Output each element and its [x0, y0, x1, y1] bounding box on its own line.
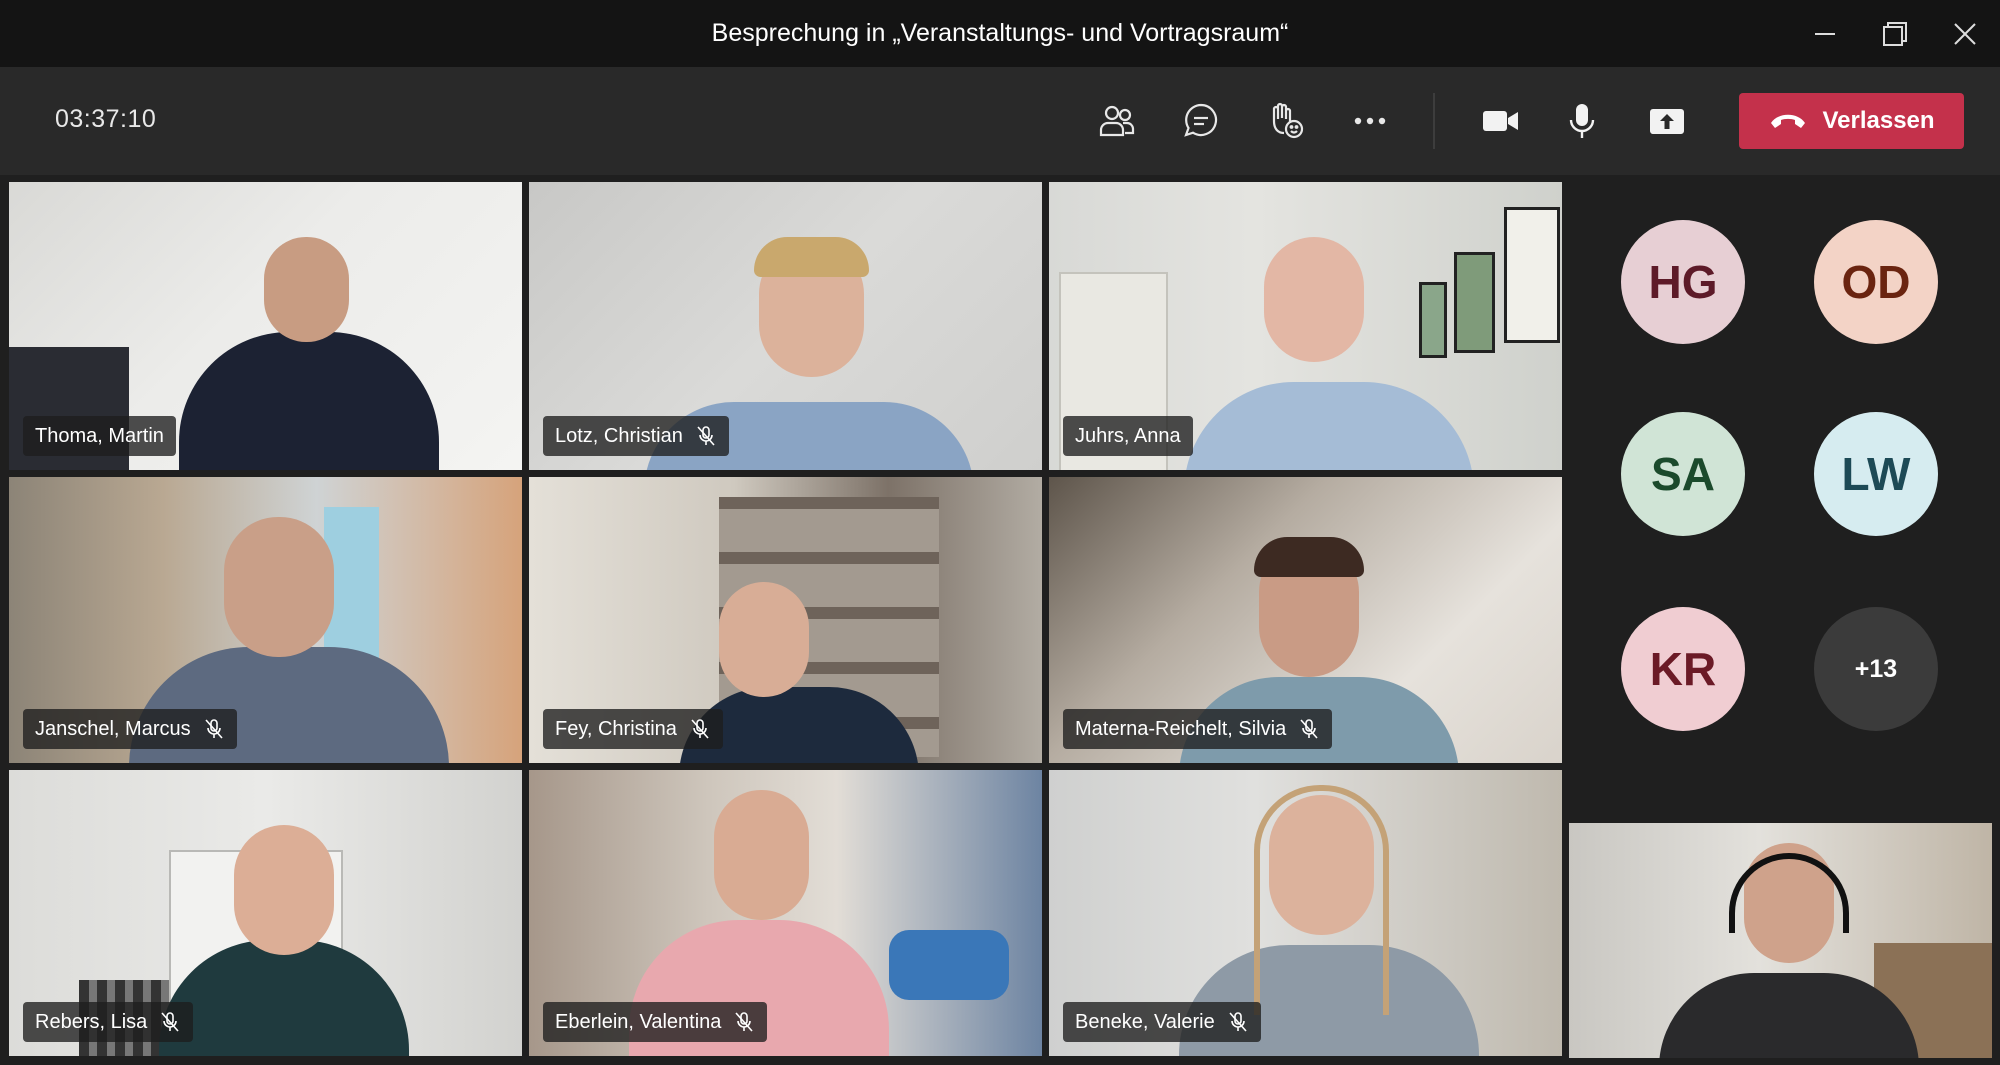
- video-tile[interactable]: Juhrs, Anna: [1049, 182, 1562, 470]
- participant-name: Janschel, Marcus: [35, 717, 191, 740]
- participant-head: [714, 790, 809, 920]
- name-tag: Fey, Christina: [543, 709, 723, 749]
- share-screen-icon: [1650, 109, 1684, 134]
- avatar-initials: KR: [1649, 643, 1717, 695]
- name-tag: Lotz, Christian: [543, 416, 729, 456]
- participant-name: Thoma, Martin: [35, 424, 164, 447]
- participant-hair: [1254, 537, 1364, 577]
- name-tag: Thoma, Martin: [23, 416, 176, 456]
- participant-avatar[interactable]: LW: [1814, 412, 1938, 536]
- share-screen-button[interactable]: [1639, 93, 1695, 149]
- avatar-initials: OD: [1841, 256, 1911, 308]
- video-tile[interactable]: Beneke, Valerie: [1049, 770, 1562, 1056]
- more-participants-count: +13: [1854, 654, 1898, 683]
- chat-button[interactable]: [1173, 93, 1229, 149]
- video-tile[interactable]: Materna-Reichelt, Silvia: [1049, 477, 1562, 763]
- mic-muted-icon: [205, 719, 223, 739]
- participant-name: Lotz, Christian: [555, 424, 683, 447]
- camera-button[interactable]: [1472, 93, 1528, 149]
- mic-muted-icon: [1229, 1012, 1247, 1032]
- video-tile[interactable]: Fey, Christina: [529, 477, 1042, 763]
- mic-muted-icon: [697, 426, 715, 446]
- participant-name: Fey, Christina: [555, 717, 677, 740]
- participant-hair: [1254, 785, 1389, 1015]
- participant-head: [234, 825, 334, 955]
- title-bar: Besprechung in „Veranstaltungs- und Vort…: [0, 0, 2000, 67]
- restore-icon: [1883, 21, 1907, 46]
- participant-name: Materna-Reichelt, Silvia: [1075, 717, 1287, 740]
- participant-head: [719, 582, 809, 697]
- mic-muted-icon: [691, 719, 709, 739]
- leave-button[interactable]: Verlassen: [1739, 93, 1964, 149]
- microphone-button[interactable]: [1554, 93, 1610, 149]
- minimize-icon: [1815, 32, 1835, 35]
- video-stage: Thoma, Martin Lotz, Christian Juhrs, Ann…: [0, 175, 2000, 1065]
- video-tile[interactable]: Eberlein, Valentina: [529, 770, 1042, 1056]
- participant-avatar[interactable]: SA: [1621, 412, 1745, 536]
- participant-avatar[interactable]: OD: [1814, 220, 1938, 344]
- raise-hand-icon: [1272, 102, 1304, 139]
- name-tag: Eberlein, Valentina: [543, 1002, 768, 1042]
- close-button[interactable]: [1930, 0, 2000, 67]
- mic-muted-icon: [735, 1012, 754, 1032]
- camera-icon: [1483, 111, 1518, 131]
- raise-hand-button[interactable]: [1258, 93, 1314, 149]
- hang-up-icon: [1771, 114, 1806, 128]
- participant-head: [264, 237, 349, 342]
- more-options-icon: [1354, 117, 1386, 125]
- background-object: [889, 930, 1009, 1000]
- participant-avatar[interactable]: HG: [1621, 220, 1745, 344]
- more-options-button[interactable]: [1342, 93, 1398, 149]
- participant-name: Eberlein, Valentina: [555, 1010, 722, 1033]
- mic-muted-icon: [1300, 719, 1318, 739]
- name-tag: Rebers, Lisa: [23, 1002, 194, 1042]
- participant-name: Beneke, Valerie: [1075, 1010, 1215, 1033]
- video-tile[interactable]: Rebers, Lisa: [9, 770, 522, 1056]
- picture-frame: [1454, 252, 1495, 353]
- more-participants-button[interactable]: +13: [1814, 607, 1938, 731]
- participants-button[interactable]: [1089, 93, 1145, 149]
- meeting-toolbar: 03:37:10 Verlassen: [0, 67, 2000, 175]
- avatar-initials: SA: [1651, 448, 1715, 500]
- name-tag: Janschel, Marcus: [23, 709, 237, 749]
- picture-frame: [1419, 282, 1447, 358]
- leave-label: Verlassen: [1822, 107, 1935, 134]
- participant-hair: [754, 237, 869, 277]
- participant-name: Rebers, Lisa: [35, 1010, 148, 1033]
- microphone-icon: [1569, 104, 1595, 138]
- participants-icon: [1099, 105, 1135, 137]
- name-tag: Materna-Reichelt, Silvia: [1063, 709, 1333, 749]
- video-tile[interactable]: Lotz, Christian: [529, 182, 1042, 470]
- name-tag: Beneke, Valerie: [1063, 1002, 1261, 1042]
- avatar-initials: LW: [1841, 448, 1911, 500]
- mic-muted-icon: [161, 1012, 179, 1032]
- avatar-initials: HG: [1648, 256, 1718, 308]
- chat-icon: [1184, 103, 1218, 137]
- name-tag: Juhrs, Anna: [1063, 416, 1193, 456]
- participant-avatar[interactable]: KR: [1621, 607, 1745, 731]
- maximize-button[interactable]: [1860, 0, 1930, 67]
- picture-frame: [1504, 207, 1560, 343]
- window-title: Besprechung in „Veranstaltungs- und Vort…: [711, 19, 1289, 47]
- participant-name: Juhrs, Anna: [1075, 424, 1181, 447]
- video-tile[interactable]: Thoma, Martin: [9, 182, 522, 470]
- toolbar-divider: [1433, 93, 1435, 149]
- participant-head: [1264, 237, 1364, 362]
- close-icon: [1954, 22, 1976, 45]
- minimize-button[interactable]: [1790, 0, 1860, 67]
- video-tile[interactable]: Janschel, Marcus: [9, 477, 522, 763]
- self-view-tile[interactable]: [1569, 823, 1992, 1058]
- call-timer: 03:37:10: [55, 105, 157, 133]
- participant-head: [224, 517, 334, 657]
